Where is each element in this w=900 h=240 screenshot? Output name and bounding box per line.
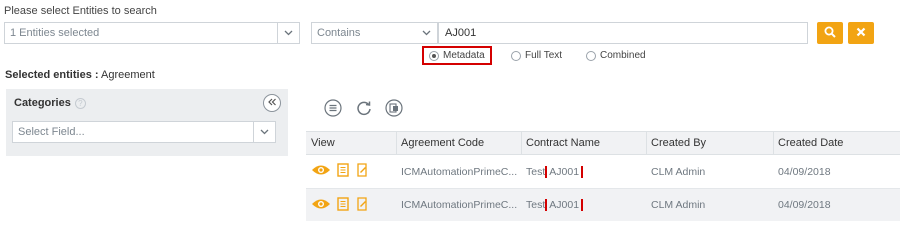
categories-title-text: Categories <box>14 97 71 109</box>
list-view-button[interactable] <box>323 98 343 120</box>
document-icon[interactable] <box>337 163 349 180</box>
export-icon <box>385 98 403 120</box>
view-actions <box>306 163 396 180</box>
operator-select-value: Contains <box>317 27 361 39</box>
view-actions <box>306 196 396 214</box>
edit-document-icon[interactable] <box>355 163 369 180</box>
created-by-cell: CLM Admin <box>651 165 706 178</box>
table-row[interactable]: ICMAutomationPrimeC... Test AJ001 CLM Adm… <box>306 155 900 188</box>
agreement-code-cell: ICMAutomationPrimeC... <box>401 199 518 211</box>
double-chevron-left-icon <box>267 97 277 109</box>
edit-document-icon[interactable] <box>355 196 369 214</box>
contract-name-match: AJ001 <box>545 165 584 178</box>
eye-icon[interactable] <box>311 164 331 179</box>
selected-entities-value: Agreement <box>101 69 155 81</box>
list-icon <box>324 98 342 120</box>
search-button[interactable] <box>817 22 843 44</box>
radio-label: Combined <box>600 50 646 61</box>
radio-dot <box>586 50 596 61</box>
radio-combined[interactable]: Combined <box>586 50 646 61</box>
column-header-view[interactable]: View <box>306 132 396 154</box>
refresh-icon <box>355 99 373 120</box>
entities-select-value: 1 Entities selected <box>10 27 100 39</box>
field-select-placeholder: Select Field... <box>18 126 85 138</box>
operator-select[interactable]: Contains <box>311 22 438 44</box>
collapse-panel-button[interactable] <box>263 94 281 112</box>
radio-label: Full Text <box>525 50 563 61</box>
clear-button[interactable] <box>848 22 874 44</box>
radio-metadata[interactable]: Metadata <box>422 46 492 65</box>
column-header-created-date[interactable]: Created Date <box>773 132 900 154</box>
contract-name-prefix: Test <box>526 199 546 211</box>
help-icon[interactable]: ? <box>74 97 86 109</box>
search-input[interactable]: AJ001 <box>438 22 808 44</box>
radio-label: Metadata <box>443 50 485 61</box>
refresh-button[interactable] <box>354 99 374 119</box>
export-button[interactable] <box>384 98 404 120</box>
table-row[interactable]: ICMAutomationPrimeC... Test AJ001 CLM Adm… <box>306 188 900 221</box>
chevron-down-icon <box>415 23 437 43</box>
contract-name-cell: Test AJ001 <box>521 199 646 211</box>
chevron-down-icon <box>277 23 299 43</box>
radio-dot <box>429 50 439 61</box>
contract-name-prefix: Test <box>526 165 546 178</box>
contract-name-match: AJ001 <box>545 199 584 211</box>
radio-full-text[interactable]: Full Text <box>511 50 562 61</box>
entities-select[interactable]: 1 Entities selected <box>4 22 300 44</box>
contract-name-cell: Test AJ001 <box>521 165 646 178</box>
selected-entities: Selected entities : Agreement <box>5 69 155 81</box>
categories-title: Categories ? <box>14 97 86 109</box>
selected-entities-label: Selected entities : <box>5 69 99 81</box>
search-prompt: Please select Entities to search <box>4 5 157 17</box>
column-header-contract-name[interactable]: Contract Name <box>521 132 646 154</box>
table-header: View Agreement Code Contract Name Create… <box>306 131 900 155</box>
created-date-cell: 04/09/2018 <box>778 165 831 178</box>
search-icon <box>824 26 836 41</box>
created-date-cell: 04/09/2018 <box>778 199 831 211</box>
field-select[interactable]: Select Field... <box>12 121 276 143</box>
radio-dot <box>511 50 521 61</box>
chevron-down-icon <box>253 122 275 142</box>
column-header-agreement-code[interactable]: Agreement Code <box>396 132 521 154</box>
column-header-created-by[interactable]: Created By <box>646 132 773 154</box>
agreement-code-cell: ICMAutomationPrimeC... <box>401 165 518 178</box>
eye-icon[interactable] <box>311 198 331 213</box>
created-by-cell: CLM Admin <box>651 199 706 211</box>
close-icon <box>856 27 866 40</box>
document-icon[interactable] <box>337 196 349 214</box>
results-table: View Agreement Code Contract Name Create… <box>306 131 900 221</box>
